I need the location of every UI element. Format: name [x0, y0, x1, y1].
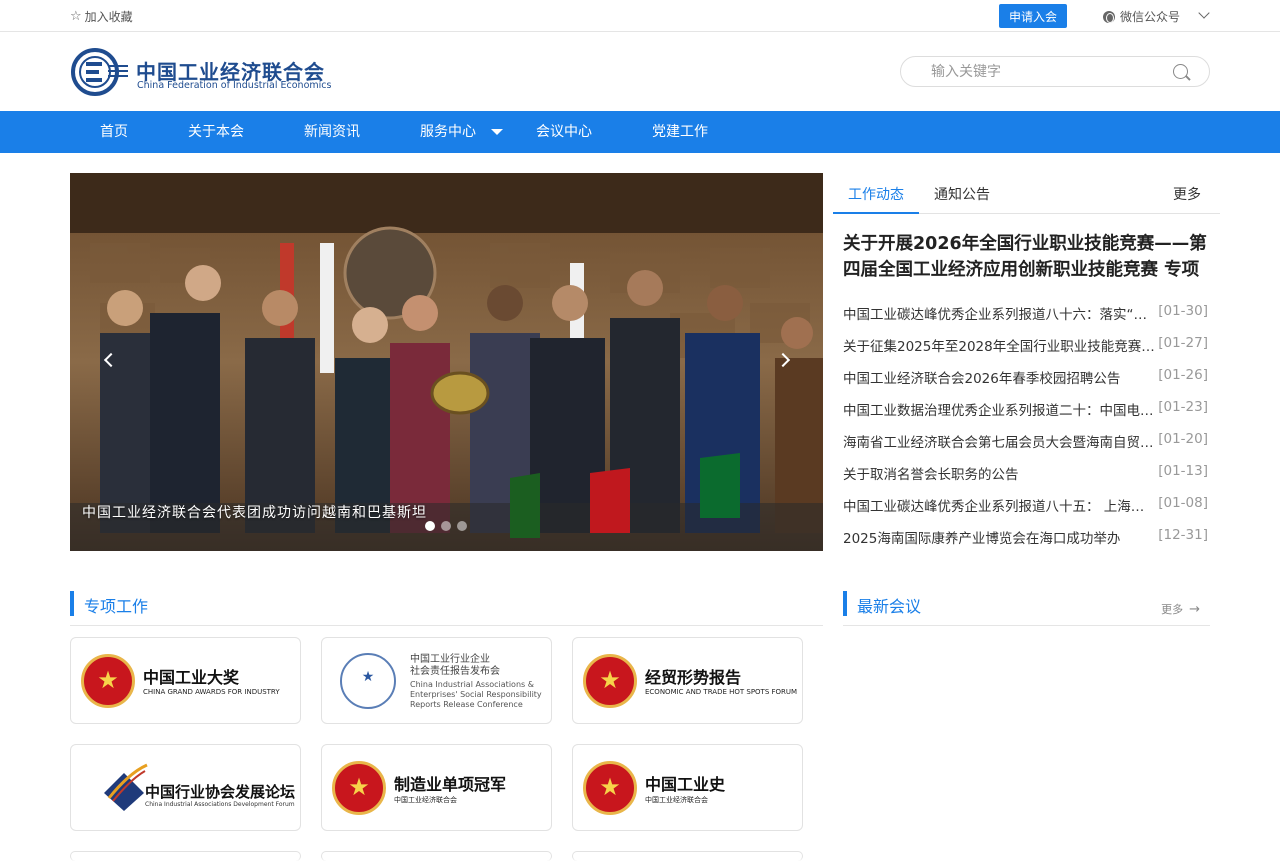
- news-title[interactable]: 海南省工业经济联合会第七届会员大会暨海南自贸港封关: [843, 431, 1155, 451]
- card-title: 中国工业大奖: [143, 668, 240, 687]
- site-logo[interactable]: 中国工业经济联合会 China Federation of Industrial…: [70, 47, 332, 97]
- section-title: 最新会议: [857, 597, 922, 616]
- ciaesr-seal-icon: ★: [340, 653, 396, 709]
- card-manufacturing-champion[interactable]: ★ 制造业单项冠军 中国工业经济联合会: [321, 744, 552, 831]
- news-list: 中国工业碳达峰优秀企业系列报道八十六：落实“双碳” [01-30] 关于征集202…: [843, 295, 1208, 551]
- top-utility-bar: ☆ 加入收藏 申请入会 微信公众号: [0, 0, 1280, 32]
- logo-emblem-icon: [71, 48, 128, 96]
- carousel-dot[interactable]: [425, 521, 435, 531]
- arrow-right-icon: →: [1189, 601, 1200, 617]
- list-item[interactable]: 海南省工业经济联合会第七届会员大会暨海南自贸港封关 [01-20]: [843, 423, 1208, 455]
- add-favorite-label: 加入收藏: [84, 10, 133, 24]
- section-title: 专项工作: [84, 597, 149, 616]
- chevron-down-icon[interactable]: [1198, 7, 1210, 19]
- news-date: [01-23]: [1158, 399, 1208, 415]
- search-icon[interactable]: [1173, 64, 1188, 79]
- card-title: 制造业单项冠军: [394, 775, 507, 794]
- red-star-emblem-icon: ★: [583, 761, 637, 815]
- search-input[interactable]: [931, 62, 1161, 82]
- wechat-link[interactable]: 微信公众号: [1103, 8, 1180, 25]
- active-tab-indicator: [833, 212, 919, 214]
- list-item[interactable]: 关于征集2025年至2028年全国行业职业技能竞赛承办单位[01-27]: [843, 327, 1208, 359]
- card-title: 中国工业行业企业 社会责任报告发布会: [410, 654, 500, 677]
- wechat-label: 微信公众号: [1120, 10, 1181, 24]
- carousel-dots: [425, 521, 467, 531]
- news-tabs: 工作动态 通知公告 更多: [833, 173, 1220, 214]
- tab-notices[interactable]: 通知公告: [934, 184, 990, 204]
- card-subtitle: CHINA GRAND AWARDS FOR INDUSTRY: [143, 688, 280, 696]
- main-nav: 首页 关于本会 新闻资讯 服务中心 会议中心 党建工作: [0, 111, 1280, 153]
- meetings-more-link[interactable]: 更多 →: [1161, 601, 1200, 617]
- nav-conferences[interactable]: 会议中心: [536, 111, 592, 153]
- section-accent-bar: [843, 591, 847, 616]
- hero-photo: [70, 173, 823, 551]
- news-panel: 工作动态 通知公告 更多 关于开展2026年全国行业职业技能竞赛——第四届全国工…: [833, 173, 1220, 547]
- red-star-emblem-icon: ★: [583, 654, 637, 708]
- forum-logo-icon: [104, 763, 148, 811]
- tab-work-updates[interactable]: 工作动态: [848, 184, 904, 204]
- star-icon: ☆: [70, 9, 82, 24]
- news-date: [01-20]: [1158, 431, 1208, 447]
- card-association-forum[interactable]: 中国行业协会发展论坛 China Industrial Associations…: [70, 744, 301, 831]
- nav-home[interactable]: 首页: [100, 111, 128, 153]
- news-date: [01-26]: [1158, 367, 1208, 383]
- card-china-grand-award[interactable]: ★ 中国工业大奖 CHINA GRAND AWARDS FOR INDUSTRY: [70, 637, 301, 724]
- news-date: [12-31]: [1158, 527, 1208, 543]
- latest-meetings-header: 最新会议 更多 →: [843, 591, 1210, 626]
- carousel-dot[interactable]: [457, 521, 467, 531]
- card-title: 中国行业协会发展论坛: [145, 783, 296, 801]
- news-title[interactable]: 中国工业碳达峰优秀企业系列报道八十六：落实“双碳”: [843, 303, 1155, 323]
- news-date: [01-27]: [1158, 335, 1208, 351]
- list-item[interactable]: 关于取消名誉会长职务的公告 [01-13]: [843, 455, 1208, 487]
- join-button[interactable]: 申请入会: [999, 4, 1067, 28]
- nav-about[interactable]: 关于本会: [188, 111, 244, 153]
- card-subtitle: China Industrial Associations & Enterpri…: [410, 680, 542, 709]
- nav-news[interactable]: 新闻资讯: [304, 111, 360, 153]
- red-star-emblem-icon: ★: [332, 761, 386, 815]
- add-favorite-link[interactable]: ☆ 加入收藏: [70, 8, 133, 25]
- news-title[interactable]: 中国工业经济联合会2026年春季校园招聘公告: [843, 367, 1155, 387]
- list-item[interactable]: 2025海南国际康养产业博览会在海口成功举办 [12-31]: [843, 519, 1208, 551]
- carousel-dot[interactable]: [441, 521, 451, 531]
- card-trade-report[interactable]: ★ 经贸形势报告 ECONOMIC AND TRADE HOT SPOTS FO…: [572, 637, 803, 724]
- list-item[interactable]: 中国工业碳达峰优秀企业系列报道八十六：落实“双碳” [01-30]: [843, 295, 1208, 327]
- meetings-more-label: 更多: [1161, 603, 1184, 616]
- card-industrial-history[interactable]: ★ 中国工业史 中国工业经济联合会: [572, 744, 803, 831]
- nav-party-building[interactable]: 党建工作: [652, 111, 708, 153]
- card-subtitle: China Industrial Associations Developmen…: [145, 801, 295, 808]
- caret-down-icon[interactable]: [491, 129, 503, 135]
- red-star-emblem-icon: ★: [81, 654, 135, 708]
- news-date: [01-13]: [1158, 463, 1208, 479]
- card-social-responsibility[interactable]: ★ 中国工业行业企业 社会责任报告发布会 China Industrial As…: [321, 637, 552, 724]
- card-title: 经贸形势报告: [645, 668, 742, 687]
- list-item[interactable]: 中国工业经济联合会2026年春季校园招聘公告 [01-26]: [843, 359, 1208, 391]
- special-work-header: 专项工作: [70, 591, 823, 626]
- news-title[interactable]: 关于征集2025年至2028年全国行业职业技能竞赛承办单位: [843, 335, 1155, 355]
- card-subtitle: 中国工业经济联合会: [645, 796, 708, 804]
- news-title[interactable]: 中国工业数据治理优秀企业系列报道二十：中国电子信息: [843, 399, 1155, 419]
- news-title[interactable]: 关于取消名誉会长职务的公告: [843, 463, 1155, 483]
- list-item[interactable]: 中国工业碳达峰优秀企业系列报道八十五： 上海电气集团 [01-08]: [843, 487, 1208, 519]
- hero-carousel[interactable]: 中国工业经济联合会代表团成功访问越南和巴基斯坦: [70, 173, 823, 551]
- list-item[interactable]: 中国工业数据治理优秀企业系列报道二十：中国电子信息 [01-23]: [843, 391, 1208, 423]
- site-header: 中国工业经济联合会 China Federation of Industrial…: [0, 32, 1280, 111]
- news-headline[interactable]: 关于开展2026年全国行业职业技能竞赛——第四届全国工业经济应用创新职业技能竞赛…: [843, 231, 1213, 283]
- news-more-link[interactable]: 更多: [1173, 184, 1201, 204]
- logo-title-en: China Federation of Industrial Economics: [137, 80, 332, 91]
- nav-services[interactable]: 服务中心: [420, 111, 476, 153]
- news-title[interactable]: 中国工业碳达峰优秀企业系列报道八十五： 上海电气集团: [843, 495, 1155, 515]
- section-accent-bar: [70, 591, 74, 616]
- news-title[interactable]: 2025海南国际康养产业博览会在海口成功举办: [843, 527, 1155, 547]
- globe-icon: [1103, 10, 1115, 23]
- search-box: [900, 56, 1210, 87]
- card-subtitle: ECONOMIC AND TRADE HOT SPOTS FORUM: [645, 688, 798, 696]
- carousel-caption[interactable]: 中国工业经济联合会代表团成功访问越南和巴基斯坦: [82, 502, 427, 522]
- news-date: [01-08]: [1158, 495, 1208, 511]
- card-title: 中国工业史: [645, 775, 726, 794]
- card-subtitle: 中国工业经济联合会: [394, 796, 457, 804]
- news-date: [01-30]: [1158, 303, 1208, 319]
